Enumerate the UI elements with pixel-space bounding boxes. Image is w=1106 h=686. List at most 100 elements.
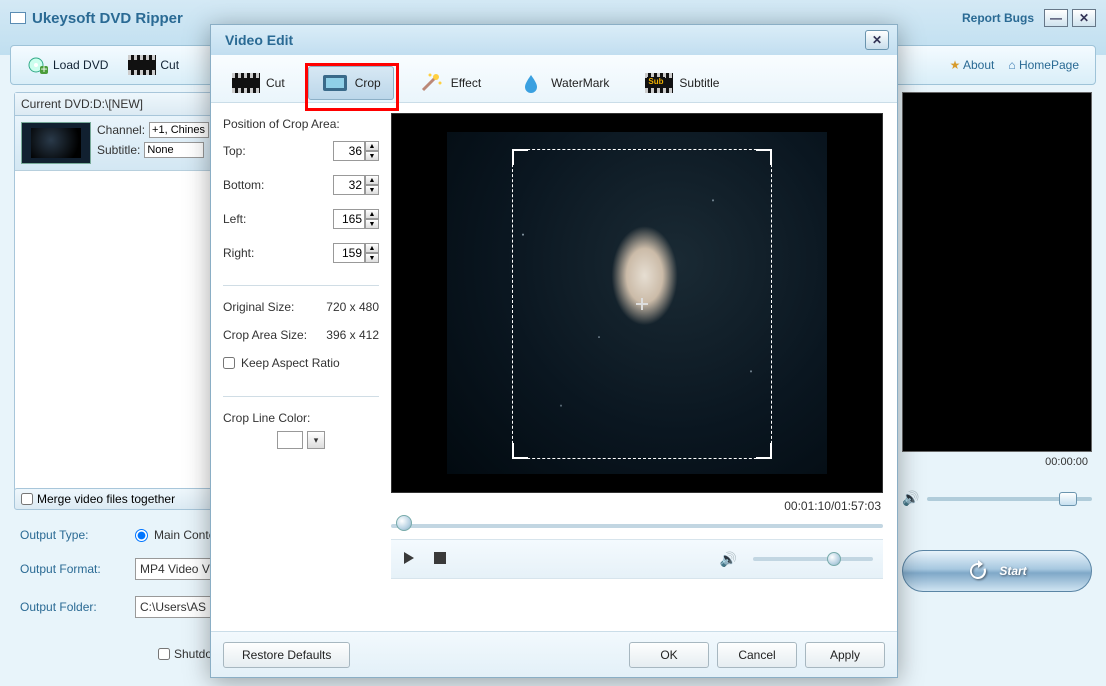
dialog-titlebar: Video Edit ✕ [211, 25, 897, 55]
crop-line-color-dropdown[interactable]: ▾ [307, 431, 325, 449]
left-input[interactable] [333, 209, 365, 229]
film-icon [128, 55, 156, 75]
channel-field[interactable] [149, 122, 209, 138]
preview-volume-slider[interactable] [753, 557, 873, 561]
cut-label: Cut [160, 58, 179, 72]
down-arrow-icon[interactable]: ▼ [365, 185, 379, 195]
down-arrow-icon[interactable]: ▼ [365, 219, 379, 229]
homepage-link[interactable]: ⌂ HomePage [1008, 58, 1079, 72]
right-spinner[interactable]: ▲▼ [333, 243, 379, 263]
tab-crop[interactable]: Crop [308, 66, 394, 100]
star-icon: ★ [950, 58, 961, 72]
original-size-label: Original Size: [223, 300, 294, 314]
crop-handle-bl[interactable] [512, 443, 528, 459]
output-type-label: Output Type: [20, 528, 115, 542]
ok-button[interactable]: OK [629, 642, 709, 668]
wand-icon [417, 73, 445, 93]
dvd-thumbnail [21, 122, 91, 164]
crop-settings-panel: Position of Crop Area: Top: ▲▼ Bottom: ▲… [211, 103, 391, 631]
start-button[interactable]: Start [902, 550, 1092, 592]
bottom-input[interactable] [333, 175, 365, 195]
report-bugs-link[interactable]: Report Bugs [962, 11, 1034, 25]
keep-aspect-checkbox[interactable] [223, 357, 235, 369]
speaker-icon: 🔊 [720, 551, 737, 568]
home-icon: ⌂ [1008, 58, 1015, 72]
output-format-label: Output Format: [20, 562, 115, 576]
load-dvd-button[interactable]: + Load DVD [17, 52, 118, 78]
close-button[interactable]: ✕ [1072, 9, 1096, 27]
tab-watermark[interactable]: WaterMark [504, 66, 622, 100]
tab-subtitle[interactable]: Sub Subtitle [632, 66, 732, 100]
main-preview-time: 00:00:00 [1045, 456, 1088, 468]
dialog-close-button[interactable]: ✕ [865, 30, 889, 50]
right-input[interactable] [333, 243, 365, 263]
dialog-tabs: Cut Crop Effect WaterMark Sub Subtitle [211, 55, 897, 103]
crop-icon [321, 73, 349, 93]
about-link[interactable]: ★ About [950, 58, 995, 72]
up-arrow-icon[interactable]: ▲ [365, 243, 379, 253]
shutdown-checkbox[interactable] [158, 648, 170, 660]
current-time: 00:01:10 [784, 499, 831, 513]
bottom-spinner[interactable]: ▲▼ [333, 175, 379, 195]
crop-line-color-swatch [277, 431, 303, 449]
dialog-title: Video Edit [225, 32, 293, 48]
play-button[interactable] [401, 550, 417, 569]
preview-controls: 🔊 [391, 539, 883, 579]
crop-handle-tr[interactable] [756, 149, 772, 165]
up-arrow-icon[interactable]: ▲ [365, 175, 379, 185]
film-icon [232, 73, 260, 93]
preview-time-row: 00:01:10 / 01:57:03 [391, 493, 883, 515]
main-preview [902, 92, 1092, 452]
bottom-label: Bottom: [223, 178, 278, 192]
up-arrow-icon[interactable]: ▲ [365, 209, 379, 219]
channel-label: Channel: [97, 123, 145, 137]
subtitle-field[interactable] [144, 142, 204, 158]
output-type-radio[interactable] [135, 529, 148, 542]
crop-rectangle[interactable] [512, 149, 772, 459]
right-label: Right: [223, 246, 278, 260]
app-logo-icon [10, 12, 26, 24]
speaker-icon: 🔊 [902, 490, 919, 507]
up-arrow-icon[interactable]: ▲ [365, 141, 379, 151]
apply-button[interactable]: Apply [805, 642, 885, 668]
dvd-icon: + [27, 56, 49, 74]
cancel-button[interactable]: Cancel [717, 642, 797, 668]
crop-handle-br[interactable] [756, 443, 772, 459]
stop-button[interactable] [433, 551, 447, 568]
load-dvd-label: Load DVD [53, 58, 108, 72]
output-folder-label: Output Folder: [20, 600, 115, 614]
cut-button[interactable]: Cut [118, 51, 189, 79]
crop-position-header: Position of Crop Area: [223, 117, 379, 131]
crop-center-icon [636, 298, 648, 310]
crop-preview-panel: 00:01:10 / 01:57:03 🔊 [391, 103, 897, 631]
crop-area-label: Crop Area Size: [223, 328, 307, 342]
top-spinner[interactable]: ▲▼ [333, 141, 379, 161]
merge-checkbox[interactable] [21, 493, 33, 505]
restore-defaults-button[interactable]: Restore Defaults [223, 642, 350, 668]
crop-area-value: 396 x 412 [326, 328, 379, 342]
minimize-button[interactable]: — [1044, 9, 1068, 27]
main-volume-slider[interactable] [927, 497, 1092, 501]
crop-line-color-label: Crop Line Color: [223, 411, 379, 425]
water-icon [517, 73, 545, 93]
main-volume-row: 🔊 [902, 490, 1092, 507]
seek-slider[interactable] [391, 524, 883, 528]
dialog-footer: Restore Defaults OK Cancel Apply [211, 631, 897, 677]
video-edit-dialog: Video Edit ✕ Cut Crop Effect WaterMark S… [210, 24, 898, 678]
subtitle-icon: Sub [645, 73, 673, 93]
total-time: 01:57:03 [834, 499, 881, 513]
crop-preview[interactable] [391, 113, 883, 493]
down-arrow-icon[interactable]: ▼ [365, 151, 379, 161]
keep-aspect-label: Keep Aspect Ratio [241, 356, 340, 370]
left-spinner[interactable]: ▲▼ [333, 209, 379, 229]
tab-effect[interactable]: Effect [404, 66, 494, 100]
left-label: Left: [223, 212, 278, 226]
tab-cut[interactable]: Cut [219, 66, 298, 100]
crop-handle-tl[interactable] [512, 149, 528, 165]
merge-label: Merge video files together [37, 492, 175, 506]
refresh-icon [967, 560, 989, 582]
down-arrow-icon[interactable]: ▼ [365, 253, 379, 263]
top-input[interactable] [333, 141, 365, 161]
app-title: Ukeysoft DVD Ripper [32, 10, 183, 27]
subtitle-label: Subtitle: [97, 143, 140, 157]
